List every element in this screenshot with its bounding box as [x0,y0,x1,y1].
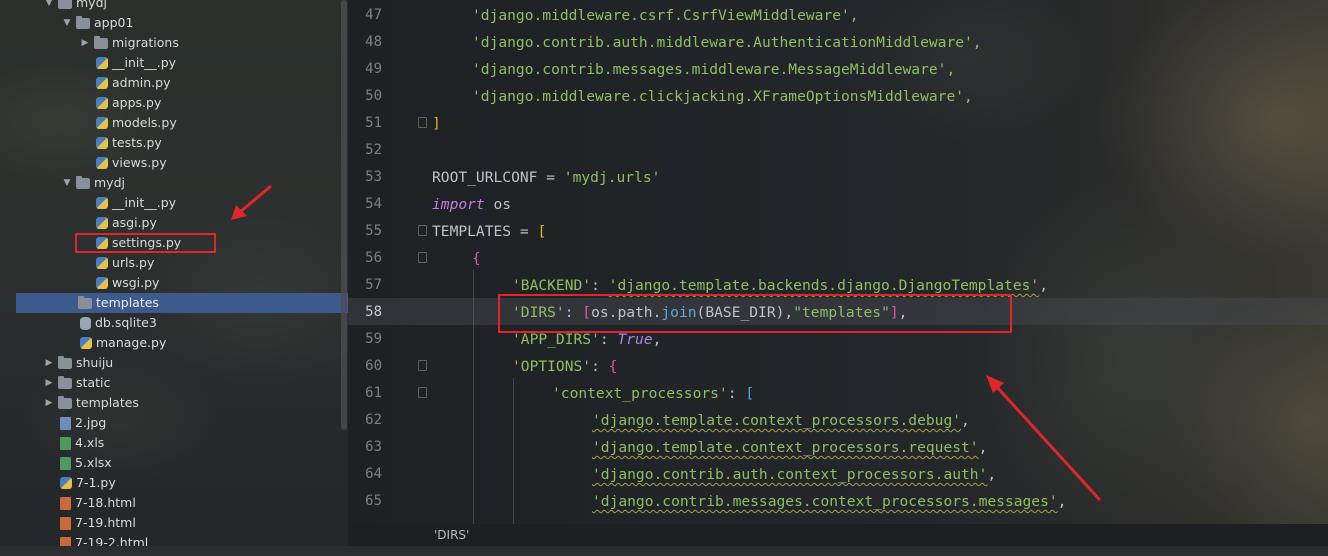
settings-highlight-box [75,233,216,253]
tree-item-label: tests.py [112,135,162,150]
spreadsheet-file-icon [60,436,71,450]
tree-item-label: __init__.py [112,55,177,70]
python-file-icon [96,197,108,209]
tree-item-views-py[interactable]: views.py [0,153,348,173]
html-file-icon [60,516,71,530]
tree-item-label: db.sqlite3 [95,315,157,330]
tree-item-label: 7-1.py [76,475,116,490]
tree-item-label: 2.jpg [75,415,107,430]
tree-item-label: templates [76,395,139,410]
tree-item-label: 7-18.html [75,495,136,510]
tree-item-admin-py[interactable]: admin.py [0,73,348,93]
code-editor[interactable]: 47 48 49 50 51 52 53 54 55 56 57 58 59 6… [348,0,1328,524]
folder-icon [94,36,108,49]
tree-item-mydj-package[interactable]: ▼ mydj [0,173,348,193]
tree-item-label: 4.xls [75,435,105,450]
red-arrow-annotation [986,375,1102,502]
tree-item-init-py[interactable]: __init__.py [0,193,348,213]
tree-item-label: __init__.py [112,195,177,210]
tree-item-mydj-root[interactable]: ▼ mydj [0,0,348,13]
chevron-down-icon[interactable]: ▼ [60,13,74,33]
tree-item-label: mydj [76,0,107,10]
tree-item-label: app01 [94,15,134,30]
tree-item-wsgi-py[interactable]: wsgi.py [0,273,348,293]
breadcrumb-item[interactable]: 'DIRS' [434,524,469,546]
tree-item-label: static [76,375,111,390]
tree-item-label: models.py [112,115,177,130]
project-tree-panel: ▼ mydj ▼ app01 ▶ migrations __init__.py … [0,0,348,556]
tree-item-label: 7-19.html [75,515,136,530]
python-file-icon [96,157,108,169]
tree-item-4-xls[interactable]: 4.xls [0,433,348,453]
tree-item-7-18-html[interactable]: 7-18.html [0,493,348,513]
chevron-right-icon[interactable]: ▶ [42,353,56,373]
folder-icon [76,16,90,29]
spreadsheet-file-icon [60,456,71,470]
tree-scrollbar[interactable] [341,0,347,430]
tree-item-label: urls.py [112,255,155,270]
python-file-icon [80,337,92,349]
tree-item-manage-py[interactable]: manage.py [0,333,348,353]
tree-item-asgi-py[interactable]: asgi.py [0,213,348,233]
status-bar [0,546,1328,556]
folder-icon [76,176,90,189]
tree-item-7-19-html[interactable]: 7-19.html [0,513,348,533]
tree-item-tests-py[interactable]: tests.py [0,133,348,153]
tree-item-shuiju[interactable]: ▶ shuiju [0,353,348,373]
tree-item-label: templates [96,295,159,310]
tree-item-init-py[interactable]: __init__.py [0,53,348,73]
chevron-right-icon[interactable]: ▶ [78,33,92,53]
tree-item-db-sqlite3[interactable]: db.sqlite3 [0,313,348,333]
chevron-down-icon[interactable]: ▼ [42,0,56,13]
folder-icon [78,296,92,309]
folder-icon [58,356,72,369]
chevron-down-icon[interactable]: ▼ [60,173,74,193]
python-file-icon [60,477,72,489]
folder-icon [58,0,72,9]
python-file-icon [96,57,108,69]
image-file-icon [60,416,71,430]
python-file-icon [96,77,108,89]
tree-item-label: apps.py [112,95,162,110]
tree-item-migrations[interactable]: ▶ migrations [0,33,348,53]
tree-item-label: mydj [94,175,125,190]
tree-item-app01[interactable]: ▼ app01 [0,13,348,33]
tree-item-label: shuiju [76,355,114,370]
tree-item-2-jpg[interactable]: 2.jpg [0,413,348,433]
database-file-icon [80,316,91,330]
folder-icon [58,376,72,389]
tree-item-models-py[interactable]: models.py [0,113,348,133]
tree-item-7-1-py[interactable]: 7-1.py [0,473,348,493]
tree-item-label: wsgi.py [112,275,160,290]
python-file-icon [96,257,108,269]
tree-item-label: manage.py [96,335,167,350]
python-file-icon [96,137,108,149]
tree-item-apps-py[interactable]: apps.py [0,93,348,113]
tree-item-label: migrations [112,35,179,50]
tree-item-label: asgi.py [112,215,157,230]
python-file-icon [96,97,108,109]
folder-icon [58,396,72,409]
tree-item-urls-py[interactable]: urls.py [0,253,348,273]
tree-item-static[interactable]: ▶ static [0,373,348,393]
tree-item-templates-selected[interactable]: templates [16,293,348,313]
python-file-icon [96,277,108,289]
tree-item-label: views.py [112,155,167,170]
tree-item-templates[interactable]: ▶ templates [0,393,348,413]
tree-item-label: admin.py [112,75,171,90]
chevron-right-icon[interactable]: ▶ [42,373,56,393]
python-file-icon [96,117,108,129]
html-file-icon [60,496,71,510]
editor-breadcrumb[interactable]: 'DIRS' [348,524,1328,546]
python-file-icon [96,217,108,229]
chevron-right-icon[interactable]: ▶ [42,393,56,413]
tree-item-5-xlsx[interactable]: 5.xlsx [0,453,348,473]
tree-item-label: 5.xlsx [75,455,112,470]
